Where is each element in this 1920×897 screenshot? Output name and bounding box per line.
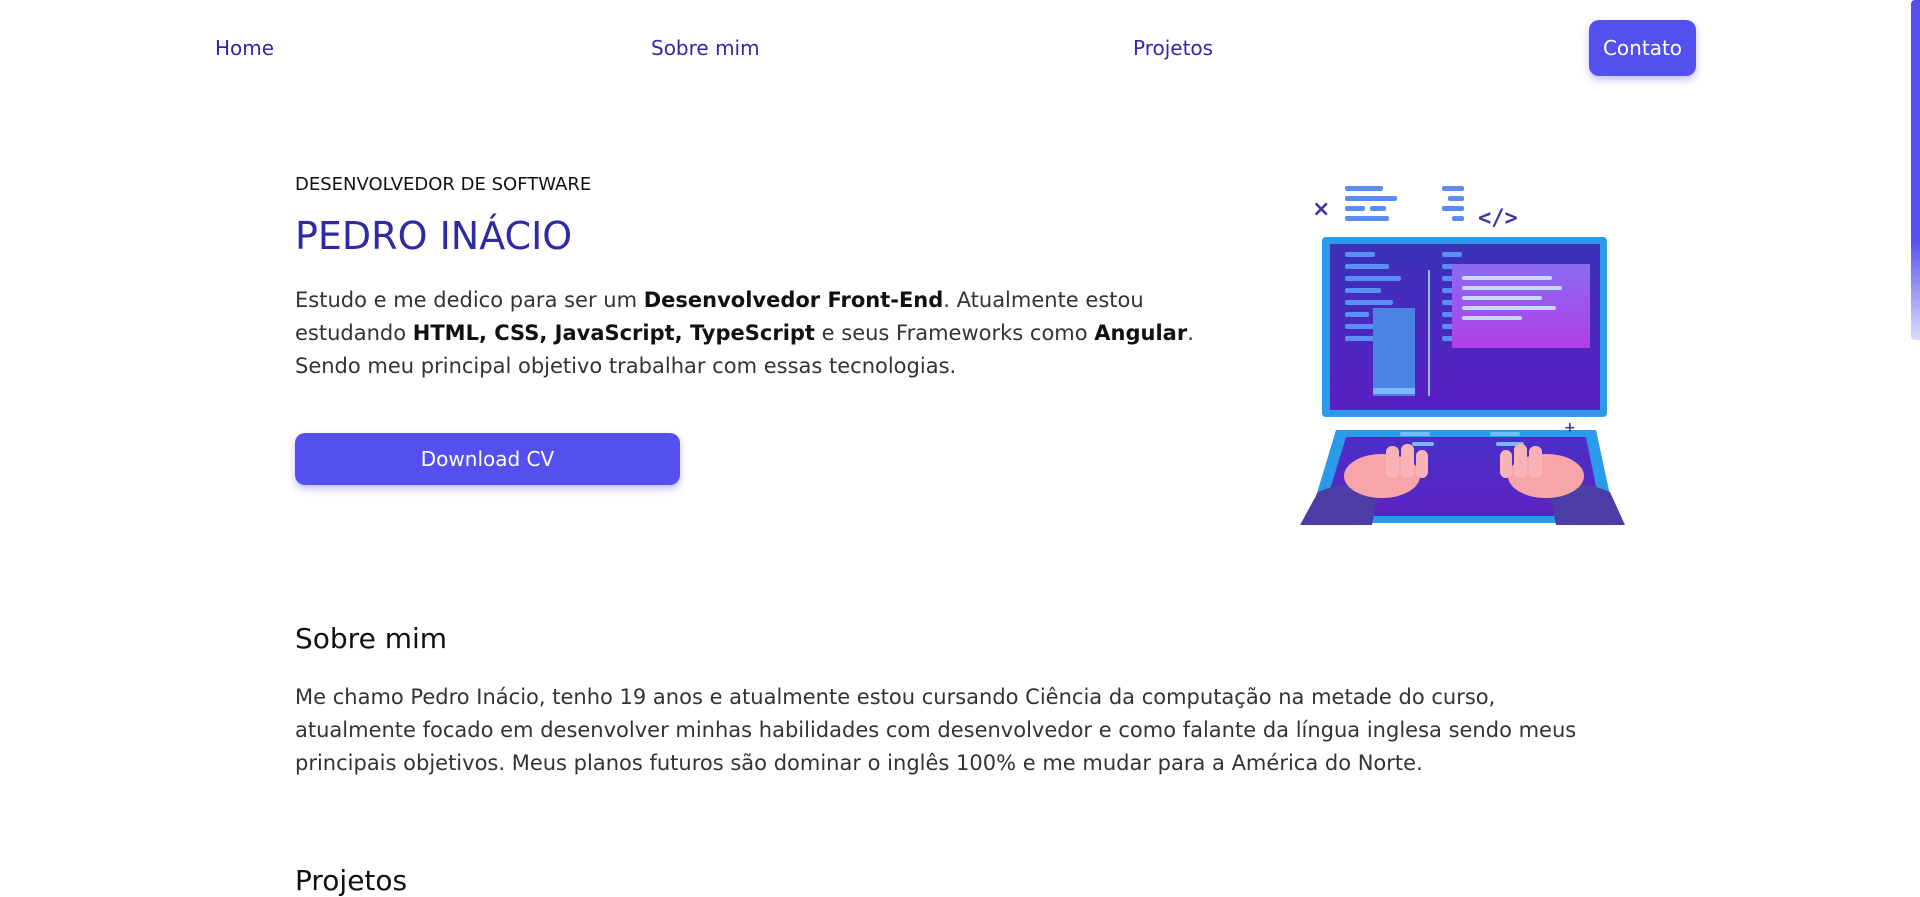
nav-link-about[interactable]: Sobre mim	[651, 36, 760, 60]
svg-text:×: ×	[1312, 197, 1330, 222]
projects-title: Projetos	[295, 864, 408, 897]
nav-link-projects[interactable]: Projetos	[1133, 36, 1213, 60]
page-scrollbar[interactable]	[1911, 0, 1920, 340]
hero-description: Estudo e me dedico para ser um Desenvolv…	[295, 284, 1195, 383]
contact-button[interactable]: Contato	[1589, 20, 1696, 76]
developer-laptop-illustration: × </> +	[1300, 186, 1625, 525]
hero-name: PEDRO INÁCIO	[295, 214, 573, 258]
hero-desc-bold-2: HTML, CSS, JavaScript, TypeScript	[412, 321, 815, 345]
about-text: Me chamo Pedro Inácio, tenho 19 anos e a…	[295, 685, 1577, 775]
svg-text:+: +	[1564, 420, 1576, 436]
hero-desc-text-1: Estudo e me dedico para ser um	[295, 288, 644, 312]
hero-desc-text-3: e seus Frameworks como	[814, 321, 1095, 345]
hero-desc-bold-3: Angular	[1094, 321, 1188, 345]
svg-text:</>: </>	[1478, 206, 1518, 231]
hero-desc-bold-1: Desenvolvedor Front-End	[643, 288, 944, 312]
download-cv-button[interactable]: Download CV	[295, 433, 680, 485]
nav-link-home[interactable]: Home	[215, 36, 274, 60]
top-navigation: Home Sobre mim Projetos Contato	[0, 0, 1920, 96]
about-title: Sobre mim	[295, 622, 448, 655]
hero-eyebrow: DESENVOLVEDOR DE SOFTWARE	[295, 174, 592, 195]
